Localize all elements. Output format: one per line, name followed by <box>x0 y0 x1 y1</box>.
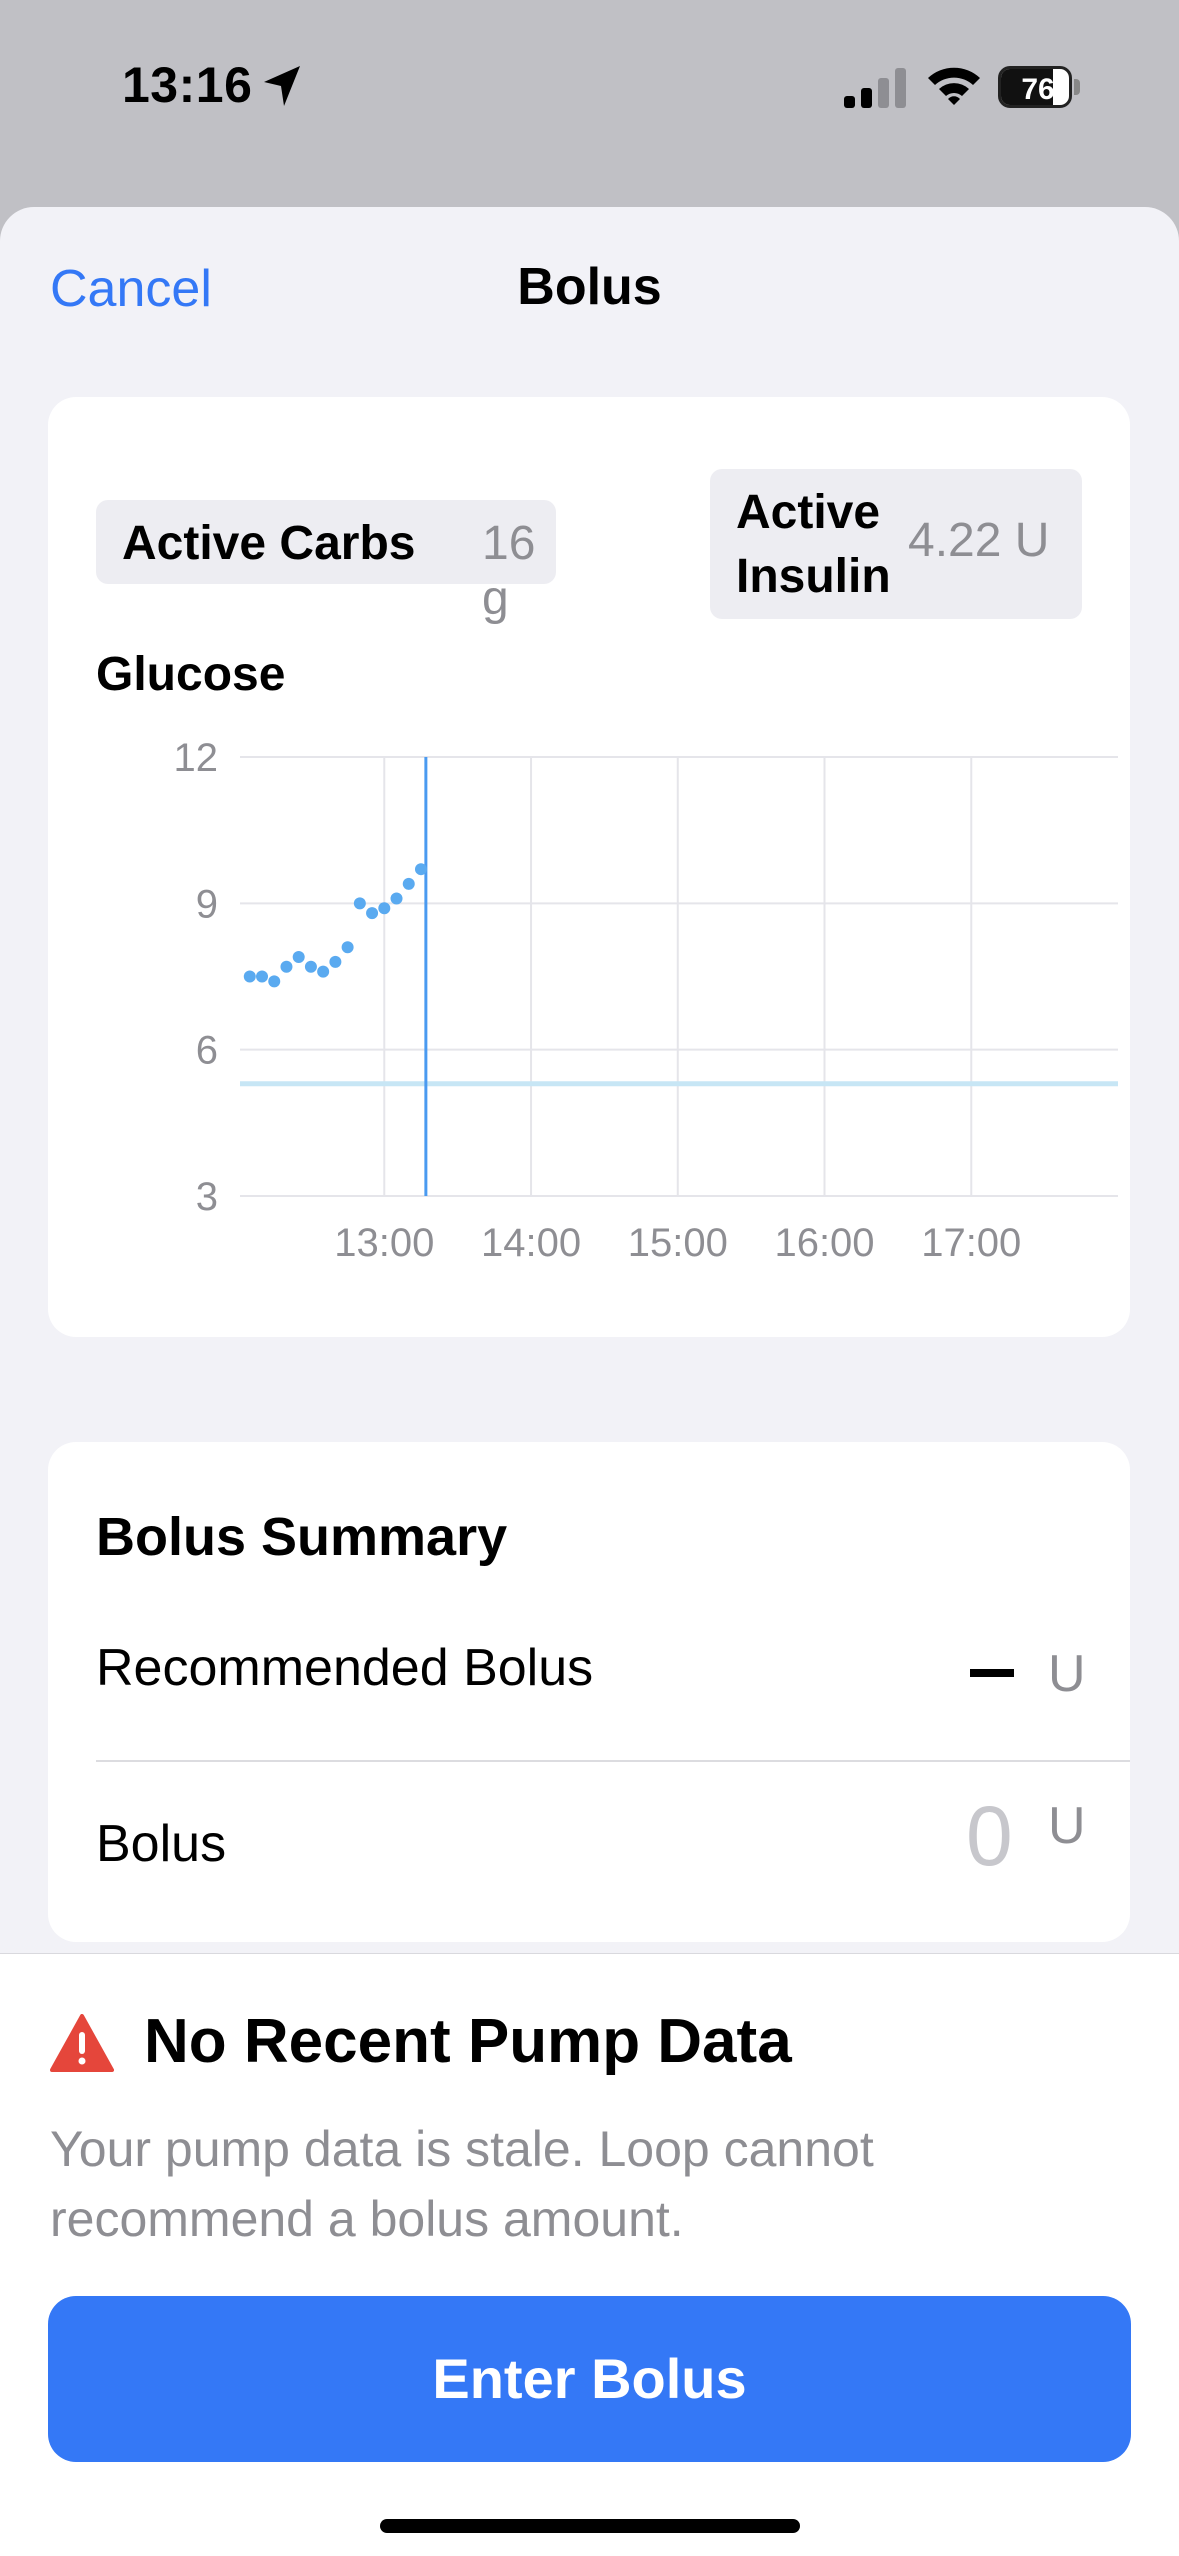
active-carbs-pill: Active Carbs 16 g <box>96 500 556 625</box>
status-bar: 13:16 76 <box>0 0 1179 200</box>
glucose-point <box>268 975 281 988</box>
glucose-point <box>402 877 415 890</box>
glucose-card: Active Carbs 16 g Active Insulin 4.22 U … <box>48 397 1130 1337</box>
y-tick-label: 12 <box>174 736 219 780</box>
glucose-chart[interactable]: 12 9 6 3 13:00 14:00 15:00 16:00 17:00 <box>48 697 1130 1337</box>
battery-body: 76 <box>998 66 1072 108</box>
x-tick-label: 16:00 <box>774 1221 874 1265</box>
bolus-amount-input[interactable]: 0 <box>966 1788 1013 1885</box>
x-tick-label: 13:00 <box>334 1221 434 1265</box>
y-tick-label: 9 <box>196 882 218 926</box>
x-tick-label: 17:00 <box>921 1221 1021 1265</box>
battery-indicator: 76 <box>998 66 1080 108</box>
status-time: 13:16 <box>122 57 253 113</box>
wifi-icon <box>928 67 980 105</box>
glucose-point <box>317 965 330 978</box>
bolus-unit: U <box>1048 1797 1086 1855</box>
glucose-point <box>292 950 305 963</box>
summary-title: Bolus Summary <box>96 1507 508 1567</box>
warning-title: No Recent Pump Data <box>144 2007 792 2076</box>
recommended-bolus-label: Recommended Bolus <box>96 1639 594 1697</box>
glucose-point <box>243 970 256 983</box>
glucose-point <box>329 955 342 968</box>
battery-cap <box>1074 79 1080 95</box>
location-arrow-icon <box>264 66 300 106</box>
warning-footer: No Recent Pump Data Your pump data is st… <box>0 1953 1179 2556</box>
cancel-button[interactable]: Cancel <box>50 259 212 319</box>
signal-icon <box>844 68 906 108</box>
glucose-point <box>414 863 427 876</box>
active-carbs-label: Active Carbs <box>122 517 416 570</box>
glucose-point <box>378 902 391 915</box>
y-tick-label: 6 <box>196 1029 218 1073</box>
active-insulin-pill: Active Insulin 4.22 U <box>710 469 1082 619</box>
x-tick-label: 15:00 <box>628 1221 728 1265</box>
recommended-bolus-unit: U <box>1048 1645 1086 1703</box>
glucose-point <box>280 960 293 973</box>
glucose-point <box>390 892 403 905</box>
glucose-point <box>366 907 379 920</box>
glucose-point <box>304 960 317 973</box>
glucose-point <box>256 970 269 983</box>
divider <box>96 1760 1130 1762</box>
y-tick-label: 3 <box>196 1175 218 1219</box>
bolus-label: Bolus <box>96 1815 227 1873</box>
battery-level: 76 <box>1021 73 1055 106</box>
glucose-point <box>341 941 354 954</box>
x-tick-label: 14:00 <box>481 1221 581 1265</box>
warning-triangle-icon <box>50 2014 114 2072</box>
bolus-summary-card: Bolus Summary Recommended Bolus U Bolus … <box>48 1442 1130 1942</box>
warning-body: Your pump data is stale. Loop cannot rec… <box>50 2121 874 2247</box>
glucose-point <box>353 897 366 910</box>
enter-bolus-button[interactable]: Enter Bolus <box>48 2296 1131 2462</box>
active-carbs-value: 16 g <box>482 517 536 625</box>
active-insulin-value: 4.22 U <box>908 514 1050 567</box>
active-insulin-label: Active Insulin <box>736 486 891 603</box>
home-indicator <box>380 2519 800 2533</box>
glucose-title: Glucose <box>96 648 286 701</box>
recommended-bolus-value <box>970 1669 1014 1677</box>
